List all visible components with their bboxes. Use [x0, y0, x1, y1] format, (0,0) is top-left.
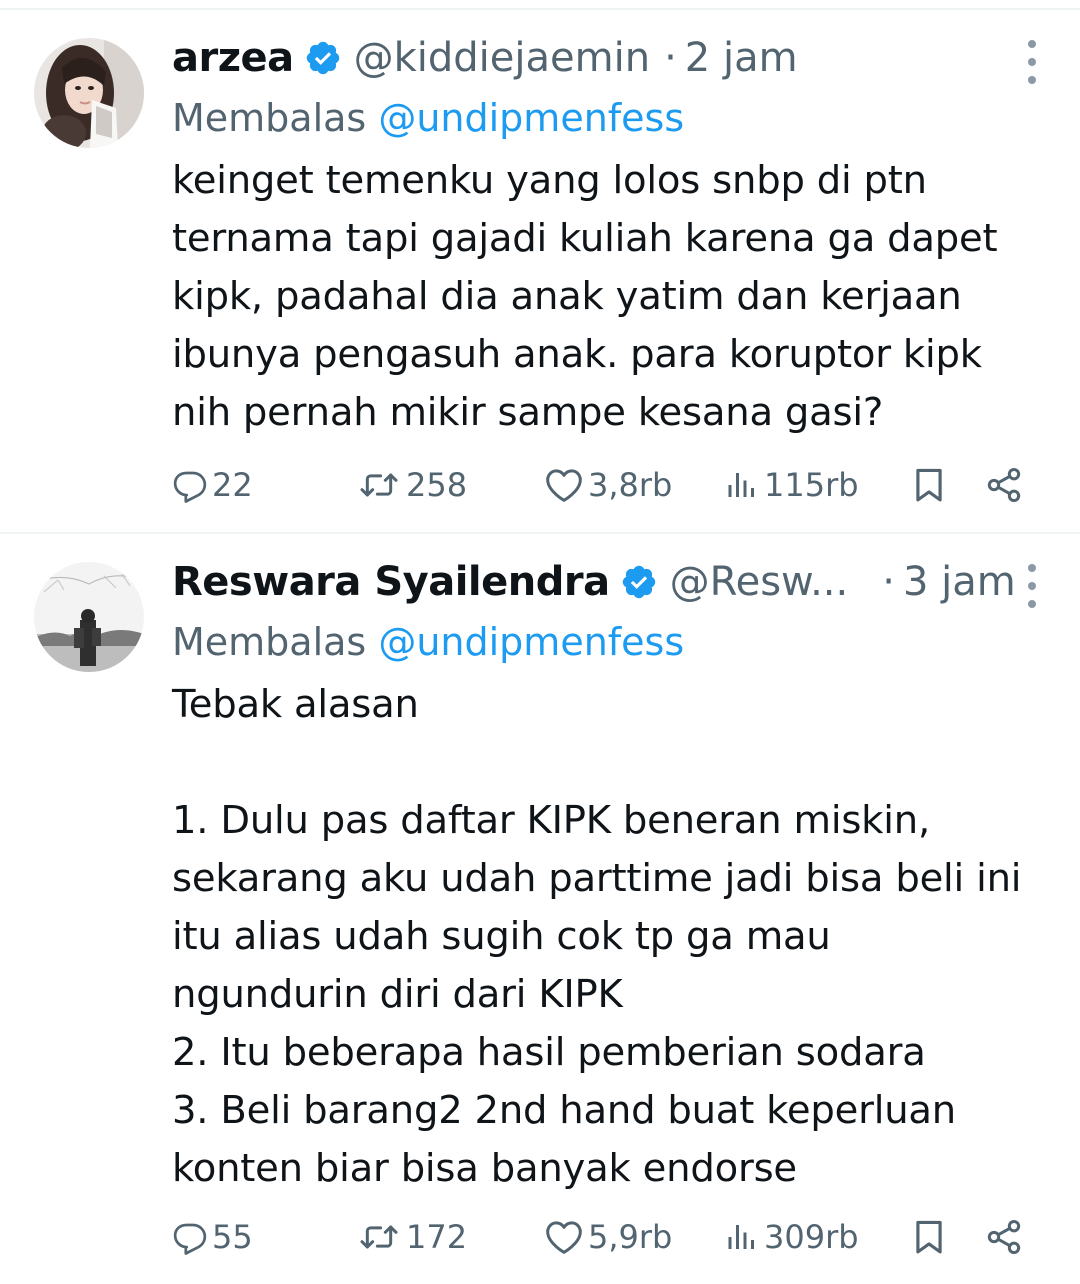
- display-name[interactable]: Reswara Syailendra: [172, 558, 610, 606]
- bookmark-button[interactable]: [910, 460, 948, 510]
- reply-count: 22: [212, 466, 253, 504]
- like-button[interactable]: 3,8rb: [544, 460, 672, 510]
- tweet-divider: [0, 532, 1080, 534]
- repost-button[interactable]: 172: [356, 1212, 467, 1262]
- like-count: 5,9rb: [588, 1218, 673, 1256]
- repost-count: 258: [406, 466, 468, 504]
- views-button[interactable]: 309rb: [724, 1212, 859, 1262]
- tweet-actions: 22 258 3,8rb 115rb: [172, 460, 1032, 510]
- tweet-text: keinget temenku yang lolos snbp di ptn t…: [172, 158, 998, 435]
- verified-badge-icon: [304, 39, 342, 77]
- like-count: 3,8rb: [588, 466, 673, 504]
- user-handle[interactable]: @kiddiejaemin: [354, 34, 650, 82]
- verified-badge-icon: [620, 563, 658, 601]
- avatar[interactable]: [34, 562, 144, 672]
- bookmark-button[interactable]: [910, 1212, 948, 1262]
- like-button[interactable]: 5,9rb: [544, 1212, 672, 1262]
- reply-mention-link[interactable]: @undipmenfess: [378, 620, 684, 664]
- repost-icon: [356, 465, 402, 505]
- replying-to: Membalas @undipmenfess: [172, 618, 684, 666]
- tweet-header: Reswara Syailendra @Resw... · 3 jam: [172, 558, 1016, 606]
- views-icon: [724, 1219, 760, 1255]
- more-icon[interactable]: [1026, 40, 1038, 84]
- replying-prefix: Membalas: [172, 96, 367, 140]
- bookmark-icon: [910, 465, 948, 505]
- share-icon: [984, 1217, 1024, 1257]
- reply-count: 55: [212, 1218, 253, 1256]
- repost-count: 172: [406, 1218, 468, 1256]
- timestamp[interactable]: 2 jam: [685, 34, 798, 82]
- reply-icon: [172, 467, 208, 503]
- avatar-photo: [34, 38, 144, 148]
- share-icon: [984, 465, 1024, 505]
- tweet-actions: 55 172 5,9rb 309rb: [172, 1212, 1032, 1262]
- bookmark-icon: [910, 1217, 948, 1257]
- views-icon: [724, 467, 760, 503]
- views-count: 115rb: [764, 466, 859, 504]
- reply-button[interactable]: 55: [172, 1212, 253, 1262]
- reply-icon: [172, 1219, 208, 1255]
- separator-dot: ·: [882, 559, 895, 605]
- views-count: 309rb: [764, 1218, 859, 1256]
- replying-to: Membalas @undipmenfess: [172, 94, 684, 142]
- repost-icon: [356, 1217, 402, 1257]
- user-handle[interactable]: @Resw...: [670, 558, 849, 606]
- more-icon[interactable]: [1026, 564, 1038, 608]
- reply-button[interactable]: 22: [172, 460, 253, 510]
- timestamp[interactable]: 3 jam: [903, 558, 1016, 606]
- repost-button[interactable]: 258: [356, 460, 467, 510]
- like-icon: [544, 465, 584, 505]
- avatar[interactable]: [34, 38, 144, 148]
- reply-mention-link[interactable]: @undipmenfess: [378, 96, 684, 140]
- share-button[interactable]: [984, 460, 1024, 510]
- avatar-photo: [34, 562, 144, 672]
- replying-prefix: Membalas: [172, 620, 367, 664]
- display-name[interactable]: arzea: [172, 34, 294, 82]
- tweet-text: Tebak alasan 1. Dulu pas daftar KIPK ben…: [172, 682, 1022, 1191]
- separator-dot: ·: [664, 35, 677, 81]
- tweet-header: arzea @kiddiejaemin · 2 jam: [172, 34, 798, 82]
- share-button[interactable]: [984, 1212, 1024, 1262]
- views-button[interactable]: 115rb: [724, 460, 859, 510]
- top-divider: [0, 8, 1080, 10]
- like-icon: [544, 1217, 584, 1257]
